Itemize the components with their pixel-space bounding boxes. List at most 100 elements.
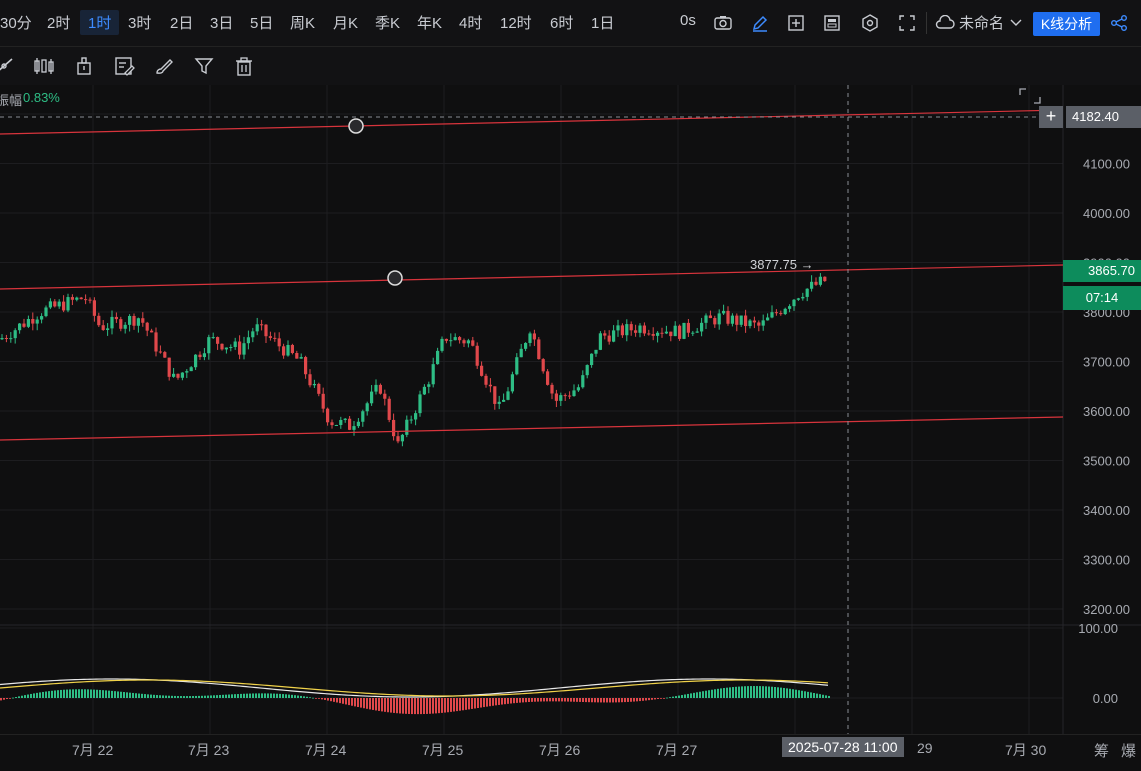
macd-bar (0, 698, 2, 701)
candle-body (207, 337, 211, 354)
macd-bar (498, 698, 500, 705)
macd-bar (768, 686, 770, 698)
tf-week[interactable]: 周K (290, 12, 315, 33)
chart-canvas[interactable]: 4200.004100.004000.003900.003800.003700.… (0, 85, 1141, 734)
macd-bar (390, 698, 392, 713)
fullscreen-icon[interactable] (896, 12, 918, 34)
tf-1d[interactable]: 1日 (591, 12, 614, 33)
candle-body (612, 330, 616, 342)
macd-bar (612, 698, 614, 703)
macd-bar (798, 690, 800, 698)
macd-bar (162, 695, 164, 698)
tf-year[interactable]: 年K (417, 12, 442, 33)
macd-bar (12, 697, 14, 699)
trash-icon[interactable] (233, 55, 255, 77)
candle-body (519, 348, 523, 358)
tf-4h[interactable]: 4时 (459, 12, 482, 33)
channel-handle-middle[interactable] (387, 270, 403, 286)
candle-body (92, 300, 96, 316)
macd-bar (255, 693, 257, 698)
tf-5d[interactable]: 5日 (250, 12, 273, 33)
candle-body (224, 347, 228, 350)
settings-icon[interactable] (859, 12, 881, 34)
channel-handle-upper[interactable] (348, 118, 364, 134)
countdown-toggle[interactable]: 0s (680, 12, 696, 29)
edit-list-icon[interactable] (113, 55, 135, 77)
filter-icon[interactable] (193, 55, 215, 77)
macd-bar (462, 698, 464, 711)
macd-bar (597, 698, 599, 703)
add-alert-icon[interactable]: + (1039, 106, 1063, 128)
candlestick-icon[interactable] (33, 55, 55, 77)
burst-button[interactable]: 爆 (1121, 740, 1136, 761)
high-price-marker: 3877.75 → (750, 257, 814, 272)
macd-bar (126, 692, 128, 698)
macd-bar (546, 698, 548, 702)
candle-body (370, 391, 374, 404)
macd-bar (174, 695, 176, 698)
tf-12h[interactable]: 12时 (500, 12, 532, 33)
chevron-down-icon[interactable] (1005, 12, 1027, 34)
template-name[interactable]: 未命名 (959, 12, 1004, 33)
macd-bar (660, 698, 662, 699)
tf-3h[interactable]: 3时 (128, 12, 151, 33)
macd-bar (609, 698, 611, 703)
macd-bar (318, 698, 320, 699)
macd-bar (786, 688, 788, 698)
candle-body (176, 373, 180, 378)
candle-body (132, 316, 136, 326)
camera-icon[interactable] (712, 12, 734, 34)
tf-1h[interactable]: 1时 (80, 10, 120, 35)
macd-bar (519, 698, 521, 703)
price-axis: 4200.004100.004000.003900.003800.003700.… (1078, 107, 1130, 706)
macd-bar (75, 689, 77, 698)
chip-button[interactable]: 筹 (1094, 740, 1109, 761)
tf-2d[interactable]: 2日 (170, 12, 193, 33)
macd-bar (33, 693, 35, 698)
date-axis: 7月 22 7月 23 7月 24 7月 25 7月 26 7月 27 29 7… (0, 734, 1141, 771)
macd-bar (300, 695, 302, 698)
macd-bar (720, 688, 722, 698)
tf-6h[interactable]: 6时 (550, 12, 573, 33)
lock-icon[interactable] (73, 55, 95, 77)
macd-bar (201, 695, 203, 698)
tf-month[interactable]: 月K (333, 12, 358, 33)
date-label: 7月 23 (188, 742, 230, 758)
macd-bar (750, 686, 752, 698)
candle-body (88, 299, 92, 301)
macd-bar (762, 686, 764, 698)
tf-30m[interactable]: 30分 (0, 12, 32, 33)
macd-bar (294, 695, 296, 698)
macd-bar (363, 698, 365, 709)
candle-body (312, 383, 316, 386)
macd-bar (195, 695, 197, 698)
pen-icon[interactable] (749, 12, 771, 34)
candle-body (110, 316, 114, 329)
brush-icon[interactable] (153, 55, 175, 77)
candle-body (796, 298, 800, 300)
tf-3d[interactable]: 3日 (210, 12, 233, 33)
macd-bar (774, 686, 776, 698)
tf-2h[interactable]: 2时 (47, 12, 70, 33)
screen-icon[interactable] (821, 12, 843, 34)
price-label: 4100.00 (1083, 157, 1130, 172)
candle-body (136, 318, 140, 326)
candle-body (273, 337, 277, 339)
share-icon[interactable] (1108, 12, 1130, 34)
macd-bar (642, 698, 644, 701)
macd-bar (99, 689, 101, 698)
expand-icon[interactable] (1019, 88, 1041, 104)
candle-body (53, 301, 57, 307)
tf-quarter[interactable]: 季K (375, 12, 400, 33)
macd-bar (339, 698, 341, 704)
macd-bar (420, 698, 422, 715)
macd-bar (369, 698, 371, 710)
candle-body (75, 297, 79, 300)
kline-chart[interactable]: 4200.004100.004000.003900.003800.003700.… (0, 85, 1141, 734)
indicator-label: 0.00 (1093, 691, 1118, 706)
kline-analysis-button[interactable]: K线分析 (1033, 12, 1100, 36)
add-box-icon[interactable] (785, 12, 807, 34)
candle-body (607, 335, 611, 342)
macd-bar (285, 694, 287, 698)
draw-line-icon[interactable] (0, 55, 16, 77)
